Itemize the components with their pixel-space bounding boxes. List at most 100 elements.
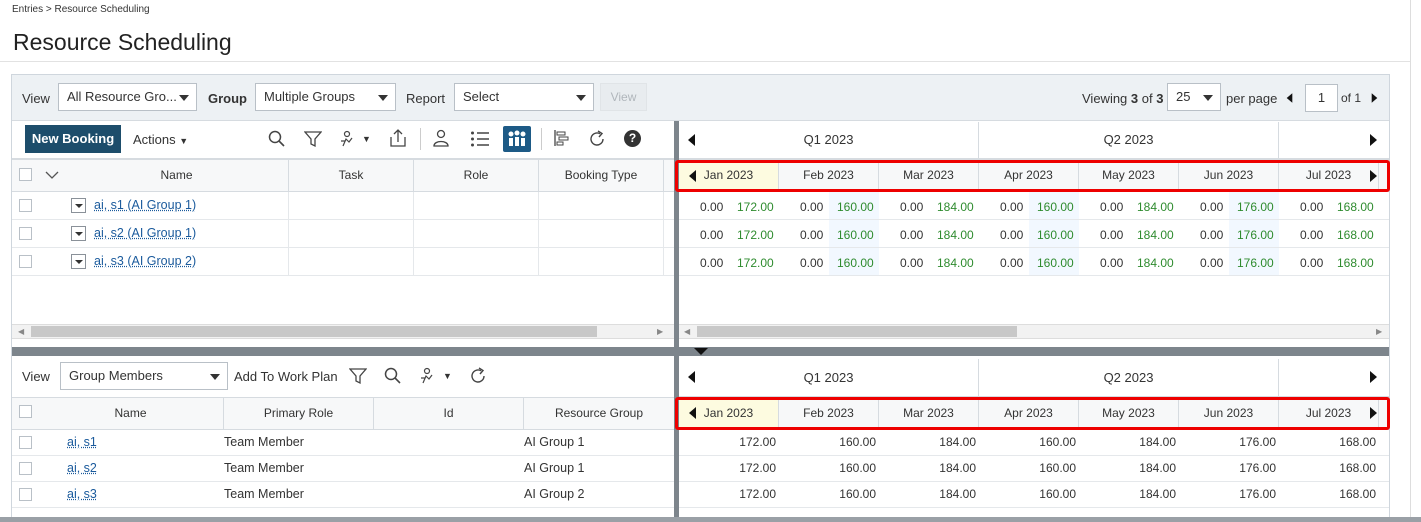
available-hours[interactable]: 160.00 bbox=[1037, 200, 1074, 214]
capacity-hours[interactable]: 172.00 bbox=[679, 461, 776, 475]
row-checkbox[interactable] bbox=[19, 488, 32, 501]
resource-name-link[interactable]: ai, s3 (AI Group 2) bbox=[94, 254, 196, 268]
available-hours[interactable]: 176.00 bbox=[1237, 200, 1274, 214]
column-header-task[interactable]: Task bbox=[289, 160, 414, 191]
expand-toggle-icon[interactable] bbox=[71, 198, 86, 213]
member-name-link[interactable]: ai, s2 bbox=[67, 461, 97, 475]
capacity-hours[interactable]: 160.00 bbox=[979, 461, 1076, 475]
caret-down-icon[interactable]: ▼ bbox=[362, 134, 371, 144]
capacity-hours[interactable]: 172.00 bbox=[679, 435, 776, 449]
select-all-checkbox[interactable] bbox=[19, 168, 32, 181]
capacity-hours[interactable]: 184.00 bbox=[1079, 435, 1176, 449]
capacity-hours[interactable]: 184.00 bbox=[879, 487, 976, 501]
month-next-icon[interactable] bbox=[1370, 170, 1377, 182]
actions-menu[interactable]: Actions ▼ bbox=[133, 132, 188, 147]
booked-hours[interactable]: 0.00 bbox=[700, 228, 723, 242]
booked-hours[interactable]: 0.00 bbox=[900, 228, 923, 242]
month-prev-icon[interactable] bbox=[689, 170, 696, 182]
capacity-hours[interactable]: 168.00 bbox=[1279, 435, 1376, 449]
column-header-name[interactable]: Name bbox=[38, 398, 224, 429]
view-button[interactable]: View bbox=[600, 83, 647, 111]
list-icon[interactable] bbox=[470, 130, 490, 148]
page-number-input[interactable]: 1 bbox=[1305, 84, 1338, 112]
prev-page-icon[interactable] bbox=[1286, 93, 1293, 103]
filter-icon[interactable] bbox=[304, 130, 322, 148]
capacity-hours[interactable]: 184.00 bbox=[1079, 487, 1176, 501]
booked-hours[interactable]: 0.00 bbox=[1200, 256, 1223, 270]
available-hours[interactable]: 160.00 bbox=[837, 256, 874, 270]
scrollbar-thumb[interactable] bbox=[697, 326, 1017, 337]
new-booking-button[interactable]: New Booking bbox=[25, 125, 121, 153]
booked-hours[interactable]: 0.00 bbox=[1000, 256, 1023, 270]
available-hours[interactable]: 184.00 bbox=[937, 200, 974, 214]
per-page-select[interactable]: 25 bbox=[1167, 83, 1221, 111]
available-hours[interactable]: 160.00 bbox=[1037, 256, 1074, 270]
month-prev-icon[interactable] bbox=[689, 407, 696, 419]
capacity-hours[interactable]: 176.00 bbox=[1179, 461, 1276, 475]
caret-down-icon[interactable]: ▼ bbox=[443, 371, 452, 381]
refresh-icon[interactable] bbox=[588, 130, 606, 148]
booked-hours[interactable]: 0.00 bbox=[1300, 228, 1323, 242]
member-name-link[interactable]: ai, s1 bbox=[67, 435, 97, 449]
capacity-hours[interactable]: 160.00 bbox=[779, 487, 876, 501]
gantt-icon[interactable] bbox=[552, 129, 570, 147]
resource-filter-icon[interactable] bbox=[339, 130, 359, 148]
capacity-hours[interactable]: 168.00 bbox=[1279, 461, 1376, 475]
chevron-down-icon[interactable] bbox=[45, 170, 59, 180]
capacity-hours[interactable]: 160.00 bbox=[979, 435, 1076, 449]
group-view-icon[interactable] bbox=[503, 126, 531, 152]
scroll-left-icon[interactable]: ◀ bbox=[18, 327, 24, 336]
capacity-hours[interactable]: 160.00 bbox=[779, 435, 876, 449]
collapse-icon[interactable] bbox=[694, 348, 708, 355]
export-icon[interactable] bbox=[389, 128, 407, 148]
booked-hours[interactable]: 0.00 bbox=[1000, 228, 1023, 242]
booked-hours[interactable]: 0.00 bbox=[1300, 256, 1323, 270]
capacity-hours[interactable]: 160.00 bbox=[979, 487, 1076, 501]
booked-hours[interactable]: 0.00 bbox=[900, 256, 923, 270]
expand-toggle-icon[interactable] bbox=[71, 226, 86, 241]
resource-filter-icon[interactable] bbox=[419, 367, 439, 385]
filter-icon[interactable] bbox=[349, 367, 367, 385]
booked-hours[interactable]: 0.00 bbox=[1300, 200, 1323, 214]
timeline-next-icon[interactable] bbox=[1370, 371, 1377, 383]
available-hours[interactable]: 184.00 bbox=[1137, 228, 1174, 242]
month-next-icon[interactable] bbox=[1370, 407, 1377, 419]
row-checkbox[interactable] bbox=[19, 436, 32, 449]
column-header-primary-role[interactable]: Primary Role bbox=[224, 398, 374, 429]
available-hours[interactable]: 184.00 bbox=[1137, 256, 1174, 270]
capacity-hours[interactable]: 184.00 bbox=[879, 461, 976, 475]
available-hours[interactable]: 176.00 bbox=[1237, 228, 1274, 242]
bottom-view-select[interactable]: Group Members bbox=[60, 362, 228, 390]
booked-hours[interactable]: 0.00 bbox=[700, 200, 723, 214]
row-checkbox[interactable] bbox=[19, 255, 32, 268]
booked-hours[interactable]: 0.00 bbox=[1000, 200, 1023, 214]
search-icon[interactable] bbox=[384, 367, 402, 385]
help-icon[interactable]: ? bbox=[624, 130, 641, 147]
booked-hours[interactable]: 0.00 bbox=[1100, 256, 1123, 270]
column-header-resource-group[interactable]: Resource Group bbox=[524, 398, 674, 429]
add-to-work-plan-link[interactable]: Add To Work Plan bbox=[234, 369, 338, 384]
capacity-hours[interactable]: 160.00 bbox=[779, 461, 876, 475]
member-name-link[interactable]: ai, s3 bbox=[67, 487, 97, 501]
refresh-icon[interactable] bbox=[469, 367, 487, 385]
available-hours[interactable]: 172.00 bbox=[737, 256, 774, 270]
scroll-left-icon[interactable]: ◀ bbox=[684, 327, 690, 336]
booked-hours[interactable]: 0.00 bbox=[1100, 228, 1123, 242]
available-hours[interactable]: 184.00 bbox=[937, 256, 974, 270]
next-page-icon[interactable] bbox=[1371, 93, 1378, 103]
bottom-select-all-checkbox[interactable] bbox=[19, 405, 32, 418]
view-select[interactable]: All Resource Gro... bbox=[58, 83, 197, 111]
column-header-name[interactable]: Name bbox=[65, 160, 289, 191]
row-checkbox[interactable] bbox=[19, 199, 32, 212]
scrollbar-thumb[interactable] bbox=[31, 326, 597, 337]
group-select[interactable]: Multiple Groups bbox=[255, 83, 396, 111]
capacity-hours[interactable]: 184.00 bbox=[879, 435, 976, 449]
row-checkbox[interactable] bbox=[19, 227, 32, 240]
capacity-hours[interactable]: 176.00 bbox=[1179, 487, 1276, 501]
available-hours[interactable]: 160.00 bbox=[1037, 228, 1074, 242]
breadcrumb[interactable]: Entries > Resource Scheduling bbox=[12, 4, 150, 15]
booked-hours[interactable]: 0.00 bbox=[1200, 228, 1223, 242]
booked-hours[interactable]: 0.00 bbox=[800, 228, 823, 242]
available-hours[interactable]: 184.00 bbox=[1137, 200, 1174, 214]
booked-hours[interactable]: 0.00 bbox=[800, 256, 823, 270]
